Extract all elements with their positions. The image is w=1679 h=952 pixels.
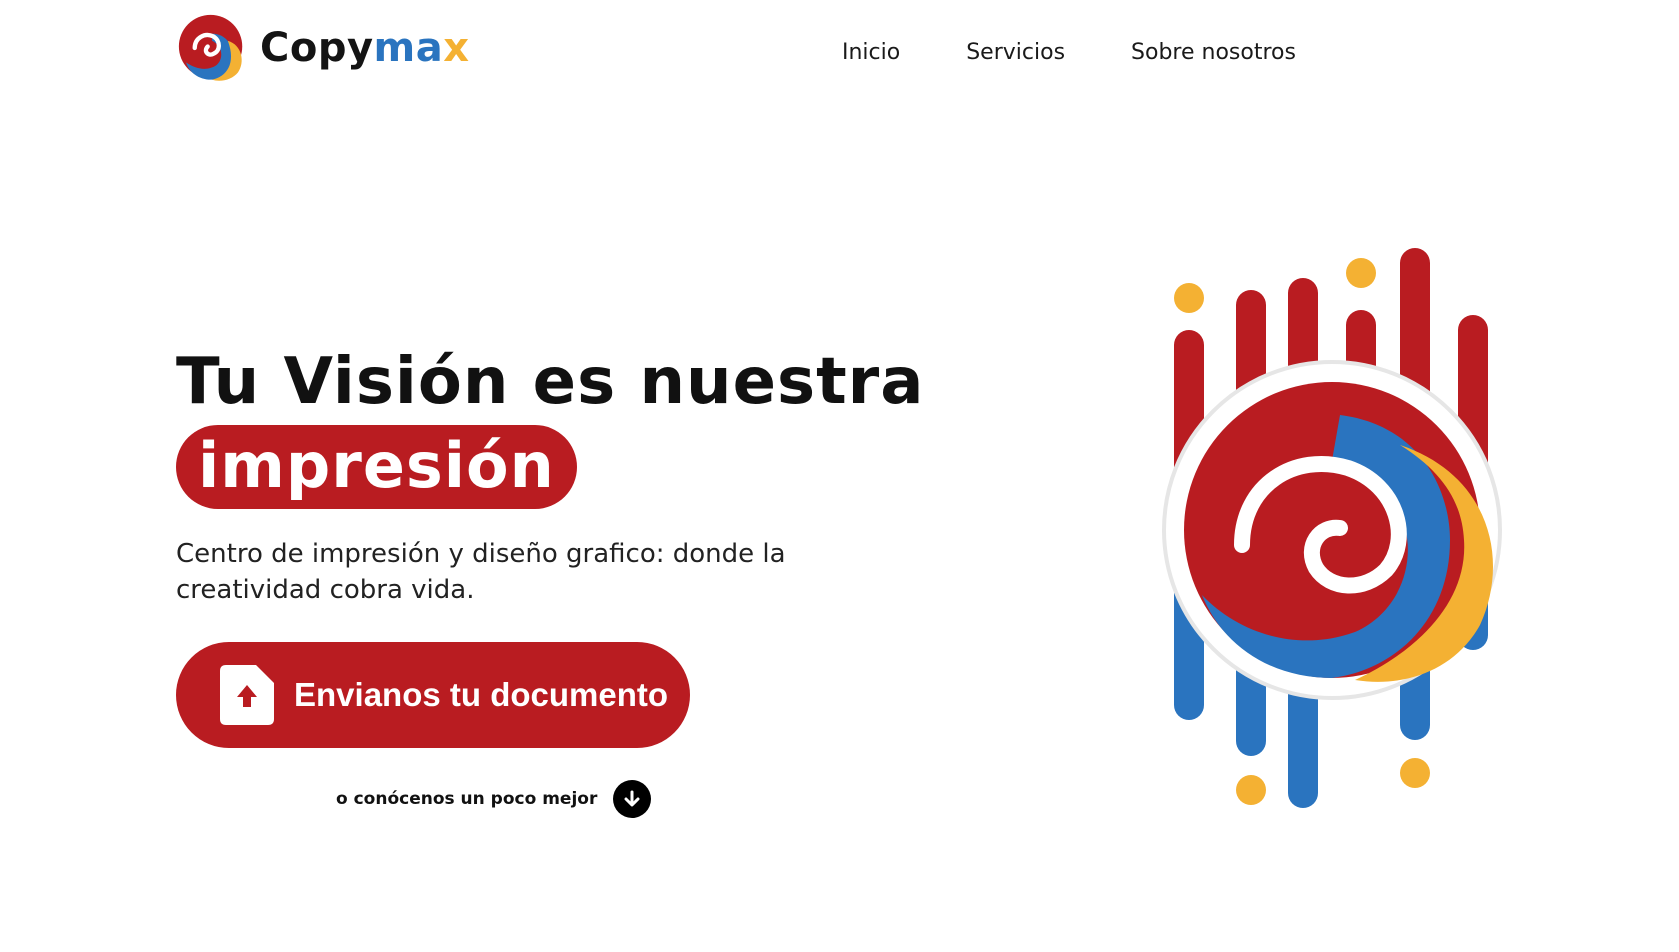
hero-subtitle: Centro de impresión y diseño grafico: do…: [176, 539, 786, 605]
main-nav: Inicio Servicios Sobre nosotros: [842, 38, 1362, 68]
page: Copymax Inicio Servicios Sobre nosotros …: [0, 0, 1679, 952]
logo[interactable]: Copymax: [176, 12, 470, 84]
nav-inicio[interactable]: Inicio: [842, 38, 900, 68]
arrow-down-icon: [624, 790, 640, 807]
brand-part-x: x: [443, 25, 470, 71]
send-document-label: Envianos tu documento: [294, 676, 669, 713]
brand-part-ma: ma: [373, 25, 444, 71]
brand-name: Copymax: [260, 28, 470, 68]
hero-highlight: impresión: [176, 425, 577, 509]
send-document-button[interactable]: Envianos tu documento: [176, 642, 690, 748]
copymax-logo-icon: [178, 14, 243, 81]
hero-headline: Tu Visión es nuestra: [176, 345, 925, 419]
learn-more-label: o conócenos un poco mejor: [336, 789, 598, 809]
document-upload-icon: [220, 665, 274, 725]
arrow-down-circle-icon[interactable]: [613, 780, 652, 818]
printer-swirl-illustration: [1162, 248, 1502, 808]
brand-part-copy: Copy: [260, 25, 374, 71]
nav-servicios[interactable]: Servicios: [966, 38, 1065, 68]
learn-more-link[interactable]: o conócenos un poco mejor: [336, 780, 652, 818]
nav-sobre-nosotros[interactable]: Sobre nosotros: [1131, 38, 1296, 68]
